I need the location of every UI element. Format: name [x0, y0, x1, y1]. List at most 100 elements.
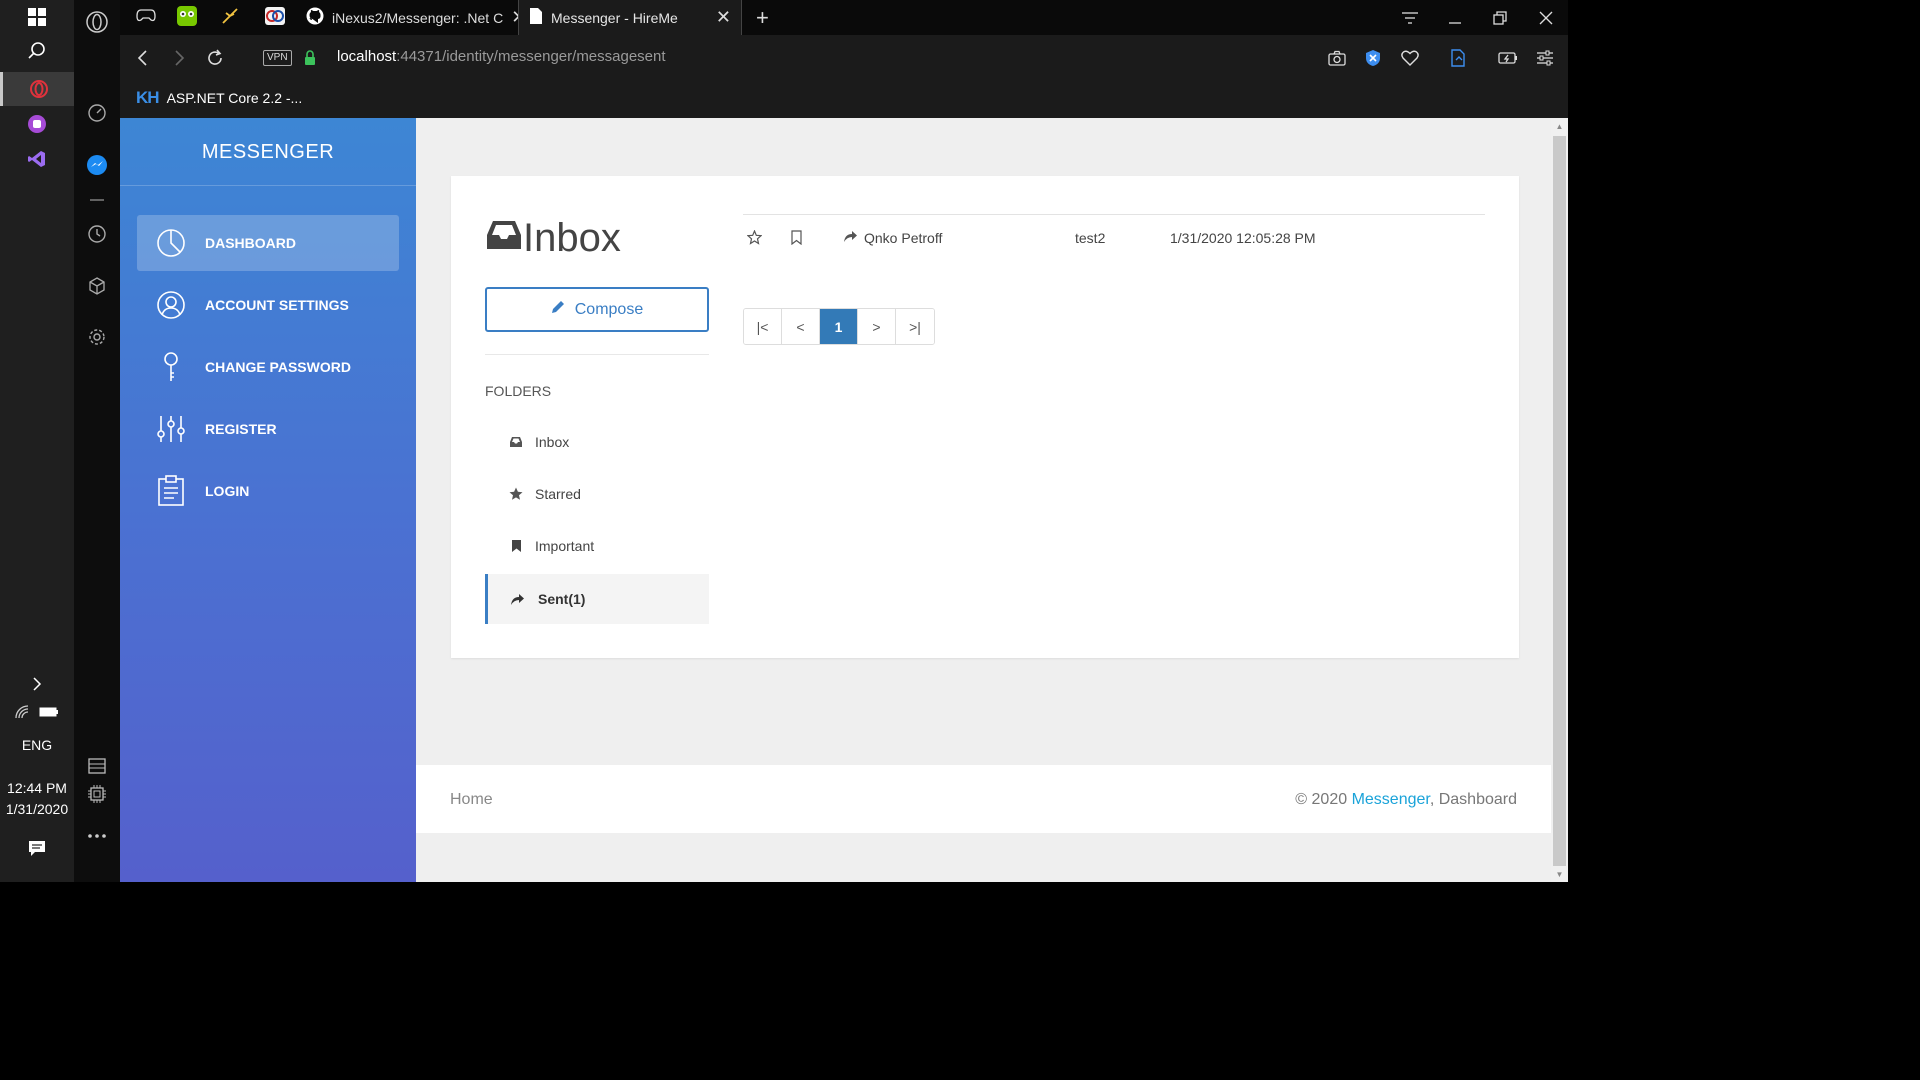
scroll-thumb[interactable] — [1553, 136, 1566, 866]
bookmark-aspnet[interactable]: KH ASP.NET Core 2.2 -... — [136, 88, 302, 108]
message-subject: test2 — [1075, 230, 1106, 246]
plus-icon: + — [756, 4, 769, 30]
scroll-up-icon[interactable]: ▲ — [1551, 118, 1568, 134]
tab-gamepad[interactable] — [126, 0, 166, 35]
search-icon[interactable] — [0, 34, 74, 68]
scroll-down-icon[interactable]: ▼ — [1551, 866, 1568, 882]
github-icon — [306, 7, 324, 28]
extensions-icon[interactable] — [74, 268, 120, 304]
bookmark-label: ASP.NET Core 2.2 -... — [166, 90, 303, 106]
footer-home-link[interactable]: Home — [450, 791, 493, 809]
copyright-prefix: © 2020 — [1295, 791, 1352, 808]
message-recipient: Qnko Petroff — [864, 230, 943, 246]
page-scrollbar[interactable]: ▲ ▼ — [1551, 118, 1568, 882]
nav-login[interactable]: LOGIN — [137, 463, 399, 519]
flow-icon[interactable] — [1447, 47, 1469, 69]
forward-icon[interactable] — [164, 43, 194, 73]
tab-title: Messenger - HireMe — [551, 9, 678, 26]
brand-title[interactable]: MESSENGER — [120, 118, 416, 186]
address-bar: VPN localhost:44371/identity/messenger/m… — [120, 35, 1568, 80]
folder-label: Sent(1) — [538, 591, 586, 607]
bookmark-icon — [485, 539, 535, 553]
speed-dial-icon[interactable] — [74, 95, 120, 131]
url-field[interactable]: localhost:44371/identity/messenger/messa… — [337, 48, 666, 65]
adblock-icon[interactable] — [1362, 47, 1384, 69]
close-window-icon[interactable] — [1524, 0, 1568, 35]
language-indicator[interactable]: ENG — [0, 737, 74, 753]
web-page: MESSENGER DASHBOARD ACCOUNT SETTINGS CHA… — [120, 118, 1568, 882]
tab-messenger-active[interactable]: Messenger - HireMe ✕ — [518, 0, 742, 35]
easy-setup-icon[interactable] — [1534, 47, 1556, 69]
pager-last-button[interactable]: >| — [896, 309, 934, 344]
restore-icon[interactable] — [1478, 0, 1522, 35]
clipboard-icon — [137, 475, 205, 507]
clock-time[interactable]: 12:44 PM — [0, 780, 74, 796]
folder-label: Inbox — [535, 434, 570, 450]
bookmark-outline-icon[interactable] — [791, 230, 802, 248]
nav-register[interactable]: REGISTER — [137, 401, 399, 457]
network-battery-icon[interactable] — [0, 695, 74, 729]
star-icon — [485, 487, 535, 501]
notification-icon[interactable] — [0, 831, 74, 865]
heart-icon[interactable] — [1399, 47, 1421, 69]
opera-taskbar-icon[interactable] — [0, 72, 74, 106]
page-footer: Home © 2020 Messenger, Dashboard — [416, 765, 1551, 833]
history-icon[interactable] — [74, 216, 120, 252]
back-icon[interactable] — [128, 43, 158, 73]
nav-label: ACCOUNT SETTINGS — [205, 297, 349, 313]
screen: ENG 12:44 PM 1/31/2020 iNexus2/Messenger… — [0, 0, 1568, 882]
camera-icon[interactable] — [1326, 47, 1348, 69]
nav-change-password[interactable]: CHANGE PASSWORD — [137, 339, 399, 395]
opera-sidebar — [74, 0, 120, 882]
app-taskbar-icon[interactable] — [0, 107, 74, 141]
minimize-icon[interactable] — [1433, 0, 1477, 35]
new-tab-button[interactable]: + — [746, 0, 780, 35]
opera-menu-icon[interactable] — [74, 4, 120, 40]
nav-account-settings[interactable]: ACCOUNT SETTINGS — [137, 277, 399, 333]
tab-sparkle[interactable] — [210, 0, 254, 35]
messenger-icon[interactable] — [74, 147, 120, 183]
close-icon[interactable]: ✕ — [716, 7, 731, 28]
footer-messenger-link[interactable]: Messenger — [1352, 791, 1430, 808]
compose-button[interactable]: Compose — [485, 287, 709, 332]
message-date: 1/31/2020 12:05:28 PM — [1170, 230, 1316, 246]
divider-icon — [74, 182, 120, 218]
tab-duolingo[interactable] — [166, 0, 210, 35]
tab-github[interactable]: iNexus2/Messenger: .Net C ✕ — [296, 0, 518, 35]
kh-logo: KH — [136, 88, 160, 107]
lock-icon[interactable] — [295, 43, 325, 73]
tab-menu-icon[interactable] — [1388, 0, 1432, 35]
visual-studio-icon[interactable] — [0, 142, 74, 176]
reload-icon[interactable] — [200, 43, 230, 73]
star-outline-icon[interactable] — [746, 229, 763, 248]
pager-first-button[interactable]: |< — [744, 309, 782, 344]
close-icon[interactable]: ✕ — [511, 7, 518, 28]
pager-current-page[interactable]: 1 — [820, 309, 858, 344]
windows-start-icon[interactable] — [0, 0, 74, 34]
pager-next-button[interactable]: > — [858, 309, 896, 344]
user-icon — [137, 290, 205, 320]
clock-date[interactable]: 1/31/2020 — [0, 801, 74, 817]
message-row[interactable]: Qnko Petroff test2 1/31/2020 12:05:28 PM — [743, 221, 1485, 257]
copyright-suffix: , Dashboard — [1429, 791, 1517, 808]
battery-saver-icon[interactable] — [1497, 47, 1519, 69]
more-icon[interactable] — [74, 818, 120, 854]
cpu-icon[interactable] — [74, 776, 120, 812]
nav-label: DASHBOARD — [205, 235, 296, 251]
folder-important[interactable]: Important — [485, 521, 709, 571]
key-icon — [137, 351, 205, 383]
pagination: |< < 1 > >| — [743, 308, 935, 345]
settings-icon[interactable] — [74, 319, 120, 355]
vpn-badge[interactable]: VPN — [263, 50, 292, 66]
nav-label: REGISTER — [205, 421, 277, 437]
pager-prev-button[interactable]: < — [782, 309, 820, 344]
tab-codeproject[interactable] — [254, 0, 296, 35]
app-sidebar: MESSENGER DASHBOARD ACCOUNT SETTINGS CHA… — [120, 118, 416, 882]
folder-starred[interactable]: Starred — [485, 469, 709, 519]
folder-inbox[interactable]: Inbox — [485, 417, 709, 467]
sparkle-icon — [220, 6, 240, 29]
folder-sent[interactable]: Sent(1) — [485, 574, 709, 624]
nav-dashboard[interactable]: DASHBOARD — [137, 215, 399, 271]
pie-chart-icon — [137, 228, 205, 258]
inbox-icon — [485, 216, 523, 261]
